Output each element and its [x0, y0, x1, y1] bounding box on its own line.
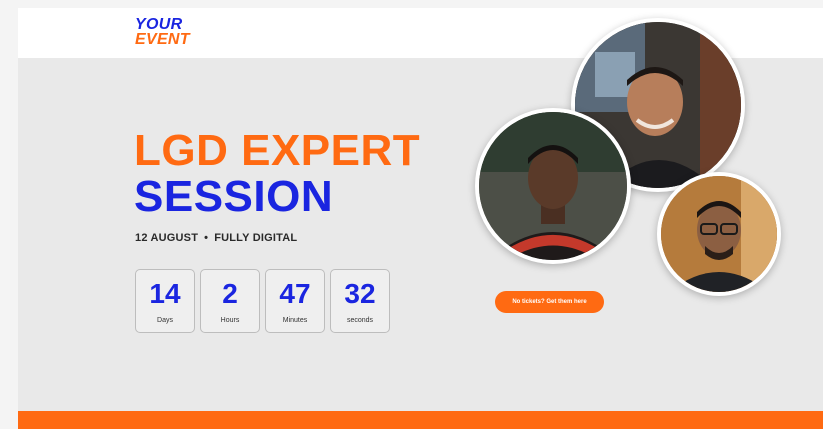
countdown-timer: 14 Days 2 Hours 47 Minutes 32 seconds: [135, 269, 390, 333]
countdown-minutes-value: 47: [279, 278, 311, 309]
logo-line-1: YOUR: [135, 16, 183, 33]
event-format: FULLY DIGITAL: [214, 232, 298, 244]
speaker-photo-2-image: [479, 112, 627, 260]
countdown-seconds: 32 seconds: [330, 269, 390, 333]
speaker-photo-2: [475, 108, 631, 264]
event-date: 12 AUGUST: [135, 232, 199, 244]
countdown-days-label: Days: [157, 317, 173, 324]
countdown-hours-value: 2: [222, 278, 238, 309]
countdown-days-value: 14: [149, 278, 181, 309]
event-title: LGD EXPERT SESSION: [134, 128, 420, 220]
event-title-line-2: SESSION: [134, 172, 334, 221]
get-tickets-button[interactable]: No tickets? Get them here: [495, 291, 604, 313]
event-meta: 12 AUGUST • FULLY DIGITAL: [135, 232, 297, 244]
countdown-seconds-label: seconds: [346, 317, 374, 324]
countdown-hours: 2 Hours: [200, 269, 260, 333]
speaker-photo-3: [657, 172, 781, 296]
countdown-minutes-label: Minutes: [282, 317, 308, 324]
footer-accent-bar: [18, 411, 823, 429]
speaker-photo-3-image: [661, 176, 777, 292]
event-landing-page: YOUR EVENT LGD EXPERT SESSION 12 AUGUST •…: [18, 8, 823, 429]
countdown-hours-label: Hours: [220, 317, 240, 324]
countdown-minutes: 47 Minutes: [265, 269, 325, 333]
countdown-days: 14 Days: [135, 269, 195, 333]
logo-line-2: EVENT: [135, 31, 190, 48]
meta-separator: •: [204, 232, 209, 244]
countdown-seconds-value: 32: [344, 278, 376, 309]
event-logo[interactable]: YOUR EVENT: [135, 16, 190, 48]
event-title-line-1: LGD EXPERT: [134, 126, 421, 175]
